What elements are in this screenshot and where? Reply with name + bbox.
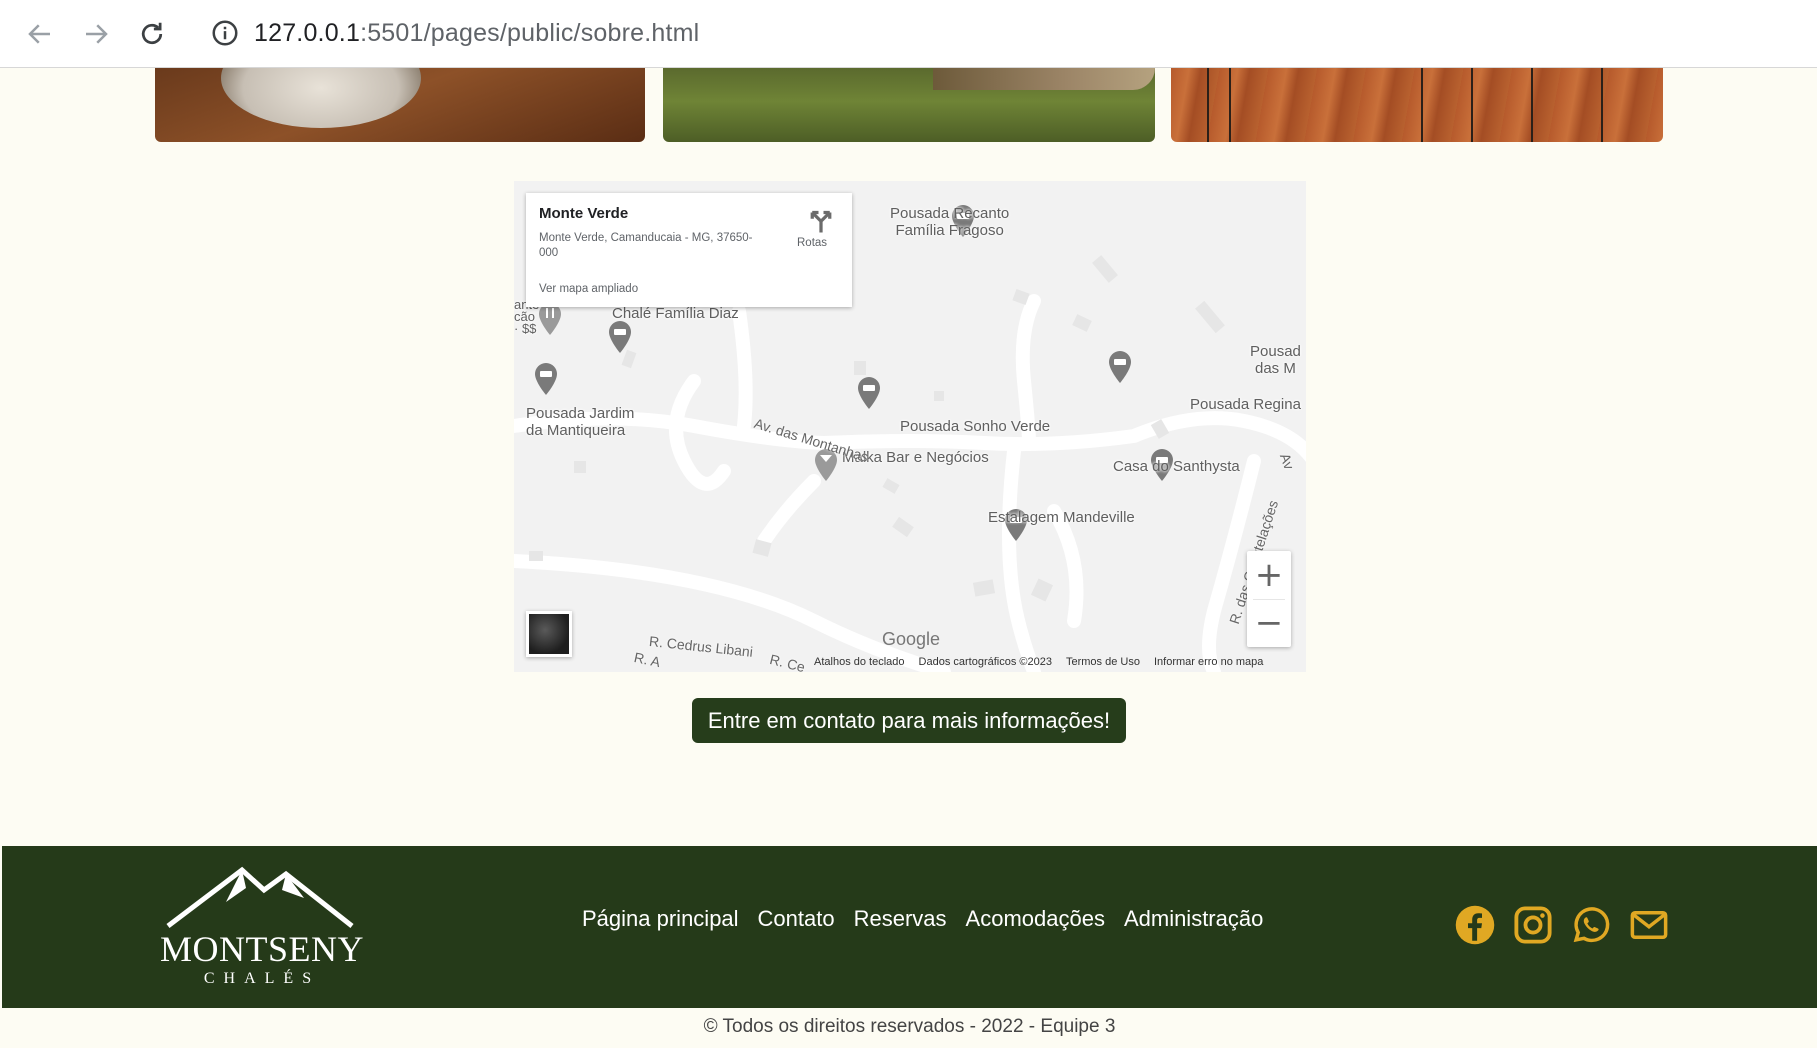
forward-arrow-icon bbox=[86, 24, 108, 44]
place-address: Monte Verde, Camanducaia - MG, 37650-000 bbox=[539, 232, 753, 259]
place-label[interactable]: Pousada Jardim da Mantiqueira bbox=[526, 405, 634, 439]
zoom-control: + − bbox=[1247, 551, 1291, 647]
gallery-photo-3 bbox=[1171, 68, 1663, 142]
hotel-pin-icon[interactable] bbox=[608, 321, 632, 353]
map-layer-toggle[interactable] bbox=[526, 611, 572, 657]
footer-link-contact[interactable]: Contato bbox=[758, 906, 835, 932]
browser-toolbar: 127.0.0.1:5501/pages/public/sobre.html bbox=[0, 0, 1817, 68]
place-label[interactable]: Pousada Recanto Família Fragoso bbox=[890, 205, 1009, 239]
forward-button[interactable] bbox=[76, 14, 116, 54]
reload-icon bbox=[141, 22, 163, 45]
contact-cta-button[interactable]: Entre em contato para mais informações! bbox=[692, 698, 1126, 743]
footer-link-admin[interactable]: Administração bbox=[1124, 906, 1263, 932]
url-path: :5501/pages/public/sobre.html bbox=[360, 18, 700, 47]
facebook-icon[interactable] bbox=[1454, 904, 1496, 946]
report-error-link[interactable]: Informar erro no mapa bbox=[1154, 656, 1263, 668]
mountain-logo-icon bbox=[166, 866, 354, 928]
place-label[interactable]: Casa do Santhysta bbox=[1113, 458, 1240, 475]
gallery-photo-1 bbox=[155, 68, 645, 142]
logo-subtitle: CHALÉS bbox=[203, 970, 321, 987]
directions-label[interactable]: Rotas bbox=[797, 237, 827, 249]
zoom-out-button[interactable]: − bbox=[1247, 599, 1291, 647]
embedded-map[interactable]: Pousada Recanto Família Fragoso Chalé Fa… bbox=[514, 181, 1306, 672]
montseny-logo[interactable]: MONTSENY CHALÉS bbox=[154, 862, 370, 992]
site-footer: MONTSENY CHALÉS Página principal Contato… bbox=[2, 846, 1817, 1008]
url-host: 127.0.0.1 bbox=[254, 18, 361, 47]
url-text: 127.0.0.1:5501/pages/public/sobre.html bbox=[254, 19, 699, 48]
place-title: Monte Verde bbox=[539, 205, 629, 222]
social-links bbox=[1454, 904, 1670, 946]
back-arrow-icon bbox=[28, 24, 50, 44]
reload-button[interactable] bbox=[132, 14, 172, 54]
info-icon[interactable] bbox=[210, 18, 240, 48]
place-label[interactable]: Pousada Regina bbox=[1190, 396, 1301, 413]
hotel-pin-icon[interactable] bbox=[534, 363, 558, 395]
footer-link-accommodations[interactable]: Acomodações bbox=[966, 906, 1105, 932]
instagram-icon[interactable] bbox=[1512, 904, 1554, 946]
address-bar[interactable]: 127.0.0.1:5501/pages/public/sobre.html bbox=[192, 4, 1817, 62]
place-label[interactable]: Chalé Família Diaz bbox=[612, 305, 739, 322]
place-label[interactable]: Pousad das M bbox=[1250, 343, 1301, 377]
larger-map-link[interactable]: Ver mapa ampliado bbox=[539, 283, 638, 295]
gallery-photo-2 bbox=[663, 68, 1155, 142]
hotel-pin-icon[interactable] bbox=[1108, 351, 1132, 383]
page-content: Pousada Recanto Família Fragoso Chalé Fa… bbox=[2, 68, 1817, 1048]
back-button[interactable] bbox=[20, 14, 60, 54]
whatsapp-icon[interactable] bbox=[1570, 904, 1612, 946]
footer-link-reservations[interactable]: Reservas bbox=[854, 906, 947, 932]
footer-link-home[interactable]: Página principal bbox=[582, 906, 739, 932]
google-logo: Google bbox=[882, 629, 941, 649]
map-footer-links: Atalhos do teclado Dados cartográficos ©2… bbox=[814, 656, 1277, 668]
place-label[interactable]: Pousada Sonho Verde bbox=[900, 418, 1050, 435]
zoom-in-button[interactable]: + bbox=[1247, 551, 1291, 599]
keyboard-shortcuts-link[interactable]: Atalhos do teclado bbox=[814, 656, 905, 668]
map-data-text: Dados cartográficos ©2023 bbox=[918, 656, 1052, 668]
terms-link[interactable]: Termos de Uso bbox=[1066, 656, 1140, 668]
restaurant-pin-icon[interactable] bbox=[538, 303, 562, 335]
copyright-text: © Todos os direitos reservados - 2022 - … bbox=[703, 1016, 1116, 1037]
directions-icon[interactable] bbox=[806, 205, 836, 235]
place-label[interactable]: Estalagem Mandeville bbox=[988, 509, 1135, 526]
footer-nav: Página principal Contato Reservas Acomod… bbox=[582, 906, 1263, 932]
logo-wordmark: MONTSENY bbox=[159, 929, 364, 969]
map-place-card: Monte Verde Monte Verde, Camanducaia - M… bbox=[526, 193, 852, 307]
hotel-pin-icon[interactable] bbox=[857, 377, 881, 409]
mail-icon[interactable] bbox=[1628, 904, 1670, 946]
